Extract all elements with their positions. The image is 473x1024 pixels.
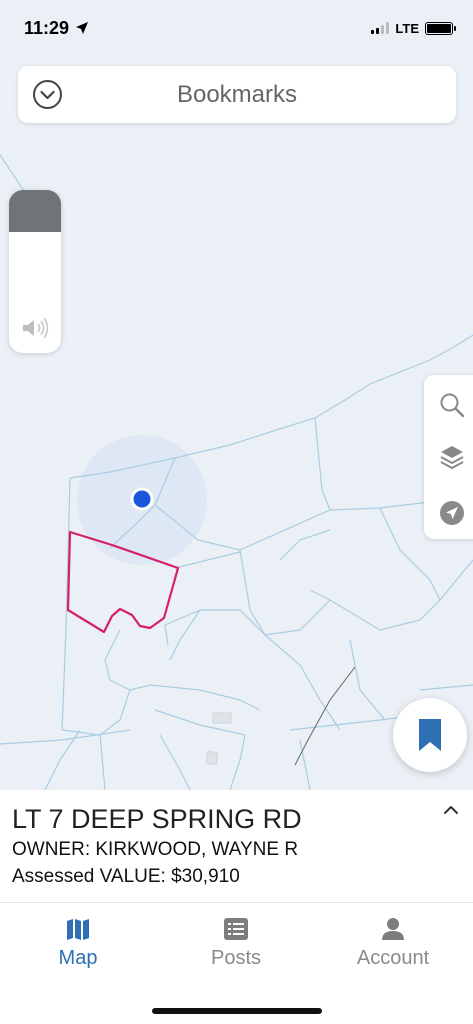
volume-indicator xyxy=(9,190,61,353)
current-location-dot xyxy=(130,487,154,511)
speaker-icon xyxy=(23,317,49,339)
tab-account-label: Account xyxy=(356,947,430,969)
parcel-address: LT 7 DEEP SPRING RD xyxy=(12,804,302,834)
map-tools-panel xyxy=(424,375,473,539)
cellular-signal-icon xyxy=(371,22,390,34)
building xyxy=(212,712,232,724)
bookmark-button[interactable] xyxy=(393,698,467,772)
building xyxy=(205,750,219,766)
location-arrow-icon xyxy=(76,22,89,34)
parcel-owner: OWNER: KIRKWOOD, WAYNE R xyxy=(12,839,299,860)
status-time: 11:29 xyxy=(24,18,89,39)
status-indicators: LTE xyxy=(371,20,456,36)
bookmarks-label: Bookmarks xyxy=(176,80,298,108)
bookmarks-search-bar[interactable]: Bookmarks xyxy=(18,66,456,123)
locate-icon[interactable] xyxy=(438,499,466,527)
network-type: LTE xyxy=(395,20,419,36)
chevron-down-circle-icon[interactable] xyxy=(32,79,63,110)
battery-icon xyxy=(425,21,456,35)
status-bar: 11:29 LTE xyxy=(0,0,473,56)
bookmark-icon xyxy=(419,719,441,751)
list-icon xyxy=(224,918,248,940)
chevron-up-icon[interactable] xyxy=(443,804,459,816)
tab-map-label: Map xyxy=(58,947,98,969)
tab-map[interactable]: Map xyxy=(8,917,148,970)
parcel-assessed-value: Assessed VALUE: $30,910 xyxy=(12,866,240,887)
tab-posts[interactable]: Posts xyxy=(166,917,306,970)
map-icon xyxy=(67,919,89,940)
tab-posts-label: Posts xyxy=(210,947,262,969)
person-icon xyxy=(382,918,404,940)
tab-account[interactable]: Account xyxy=(323,917,463,970)
status-time-text: 11:29 xyxy=(24,17,70,38)
tab-bar: Map Posts Account xyxy=(0,902,473,1024)
search-icon[interactable] xyxy=(438,391,466,419)
parcel-info-panel[interactable]: LT 7 DEEP SPRING RD OWNER: KIRKWOOD, WAY… xyxy=(0,790,473,902)
volume-level xyxy=(9,190,61,232)
layers-icon[interactable] xyxy=(438,443,466,471)
home-indicator[interactable] xyxy=(152,1008,322,1014)
